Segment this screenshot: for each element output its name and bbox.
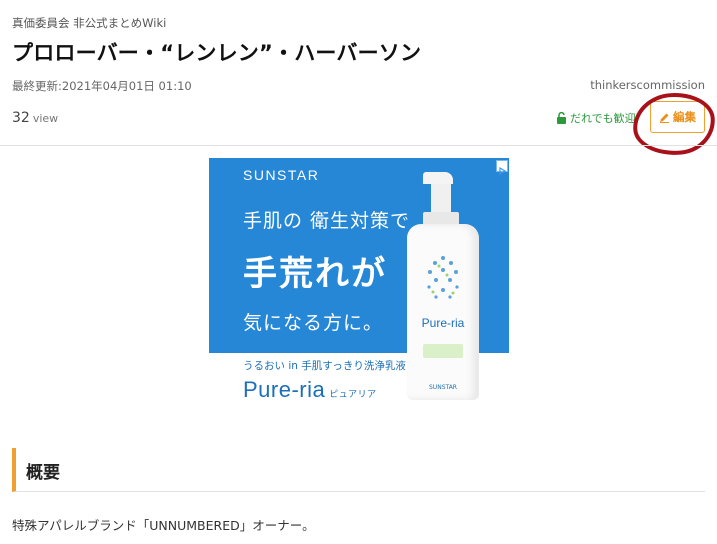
header-divider xyxy=(0,145,717,146)
last-updated: 最終更新:2021年04月01日 01:10 xyxy=(12,79,192,93)
ad-product-latin: Pure-ria xyxy=(243,377,326,402)
ad-banner[interactable]: SUNSTAR 手肌の 衛生対策で 手荒れが 気になる方に。 うるおい in 手… xyxy=(209,158,509,408)
bottle-body: Pure-ria SUNSTAR xyxy=(407,224,479,400)
ad-tagline: うるおい in 手肌すっきり洗浄乳液 xyxy=(243,360,406,372)
section-heading-text: 概要 xyxy=(26,463,60,483)
bottle-label-name: Pure-ria xyxy=(421,316,465,330)
bottle-pump xyxy=(423,172,453,184)
ad-product-kana: ピュアリア xyxy=(329,389,377,399)
section-heading: 概要 xyxy=(12,448,705,492)
ad-headline-2: 手荒れが xyxy=(243,254,387,294)
red-annotation-circle xyxy=(630,90,717,158)
ad-brand: SUNSTAR xyxy=(243,167,320,183)
ad-info-icon[interactable] xyxy=(496,160,508,176)
bottle-label-brand: SUNSTAR xyxy=(429,384,457,391)
permission-status: だれでも歓迎 xyxy=(556,110,640,126)
ad-headline-1: 手肌の 衛生対策で xyxy=(243,210,411,232)
view-count: 32 xyxy=(12,110,30,126)
permission-label: だれでも歓迎 xyxy=(570,112,636,125)
unlock-icon xyxy=(557,112,566,124)
wiki-name[interactable]: 真価委員会 非公式まとめWiki xyxy=(12,15,166,31)
ad-product-name: Pure-ria ピュアリア xyxy=(243,377,377,403)
view-unit: view xyxy=(32,112,59,125)
view-counter: 32 view xyxy=(12,110,58,126)
author-link[interactable]: thinkerscommission xyxy=(590,78,705,92)
page-title: プロローバー・“レンレン”・ハーバーソン xyxy=(12,41,422,65)
product-bottle-image: Pure-ria SUNSTAR xyxy=(399,172,489,402)
bottle-dot-pattern xyxy=(427,256,459,299)
bottle-green-tag xyxy=(423,344,463,358)
body-text: 特殊アパレルブランド「UNNUMBERED」オーナー。 xyxy=(12,518,315,533)
ad-headline-3: 気になる方に。 xyxy=(243,312,384,334)
